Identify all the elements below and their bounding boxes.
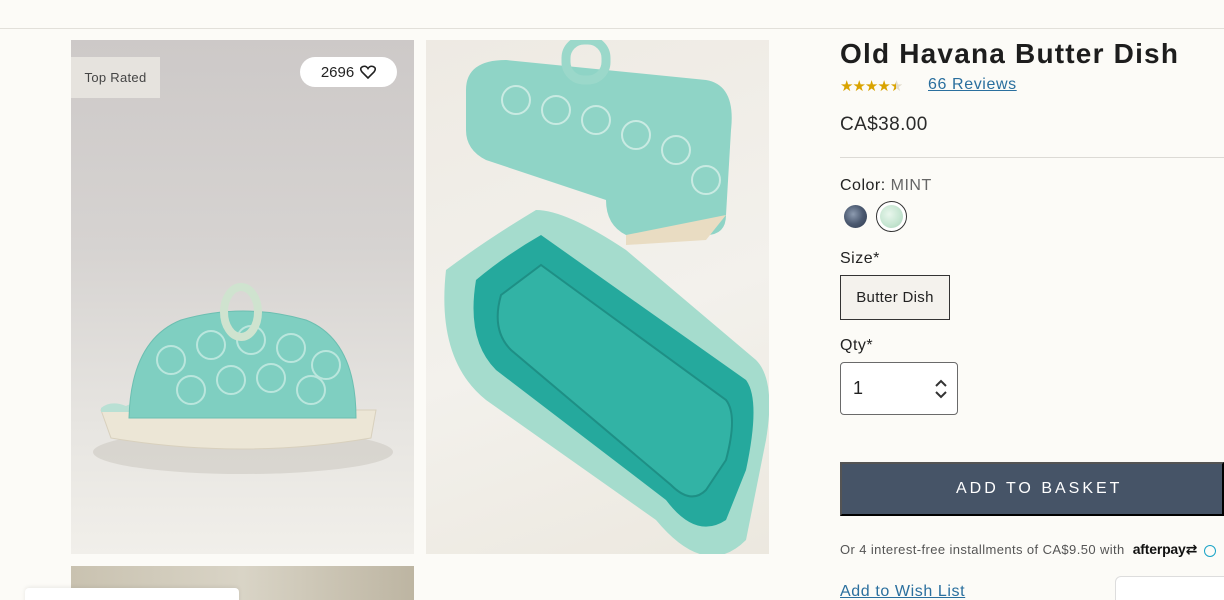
star-half-icon: ★ (889, 78, 903, 95)
header-divider (0, 28, 1224, 29)
chat-widget[interactable] (1115, 576, 1224, 600)
quantity-select[interactable]: 1 (840, 362, 958, 415)
afterpay-brand: afterpay (1132, 541, 1186, 557)
add-to-basket-button[interactable]: ADD TO BASKET (840, 462, 1224, 516)
swatch-mint[interactable] (880, 205, 903, 228)
add-to-wishlist-link[interactable]: Add to Wish List (840, 583, 965, 600)
product-image-main[interactable] (71, 40, 414, 554)
qty-label: Qty* (840, 337, 874, 354)
info-icon[interactable] (1204, 544, 1217, 557)
heart-icon (360, 65, 377, 79)
color-value: MINT (890, 177, 932, 194)
favorite-count: 2696 (320, 63, 355, 81)
reviews-link[interactable]: 66 Reviews (928, 76, 1017, 94)
favorite-button[interactable]: 2696 (300, 57, 397, 87)
afterpay-text: Or 4 interest-free installments of CA$9.… (840, 542, 1125, 557)
star-icon: ★ (840, 78, 853, 95)
butter-dish-photo (93, 283, 393, 474)
product-title: Old Havana Butter Dish (840, 38, 1180, 69)
info-divider (840, 157, 1224, 158)
color-label: Color: MINT (840, 177, 932, 195)
star-icon: ★ (877, 78, 890, 95)
product-price: CA$38.00 (840, 114, 928, 135)
butter-dish-tray-photo (444, 40, 769, 554)
rating-stars: ★★★★★ (840, 77, 903, 95)
product-image-secondary[interactable] (426, 40, 769, 554)
afterpay-info: Or 4 interest-free installments of CA$9.… (840, 541, 1217, 558)
up-down-chevron-icon (935, 379, 947, 399)
star-icon: ★ (852, 78, 865, 95)
swatch-navy[interactable] (844, 205, 867, 228)
size-label: Size* (840, 250, 880, 267)
quantity-value: 1 (853, 378, 864, 398)
size-option-butter-dish[interactable]: Butter Dish (840, 275, 950, 320)
color-label-text: Color: (840, 177, 886, 194)
afterpay-logo: afterpay⇄ (1132, 541, 1198, 557)
top-rated-badge: Top Rated (71, 57, 160, 98)
floating-panel (25, 588, 239, 600)
star-icon: ★ (864, 78, 878, 95)
